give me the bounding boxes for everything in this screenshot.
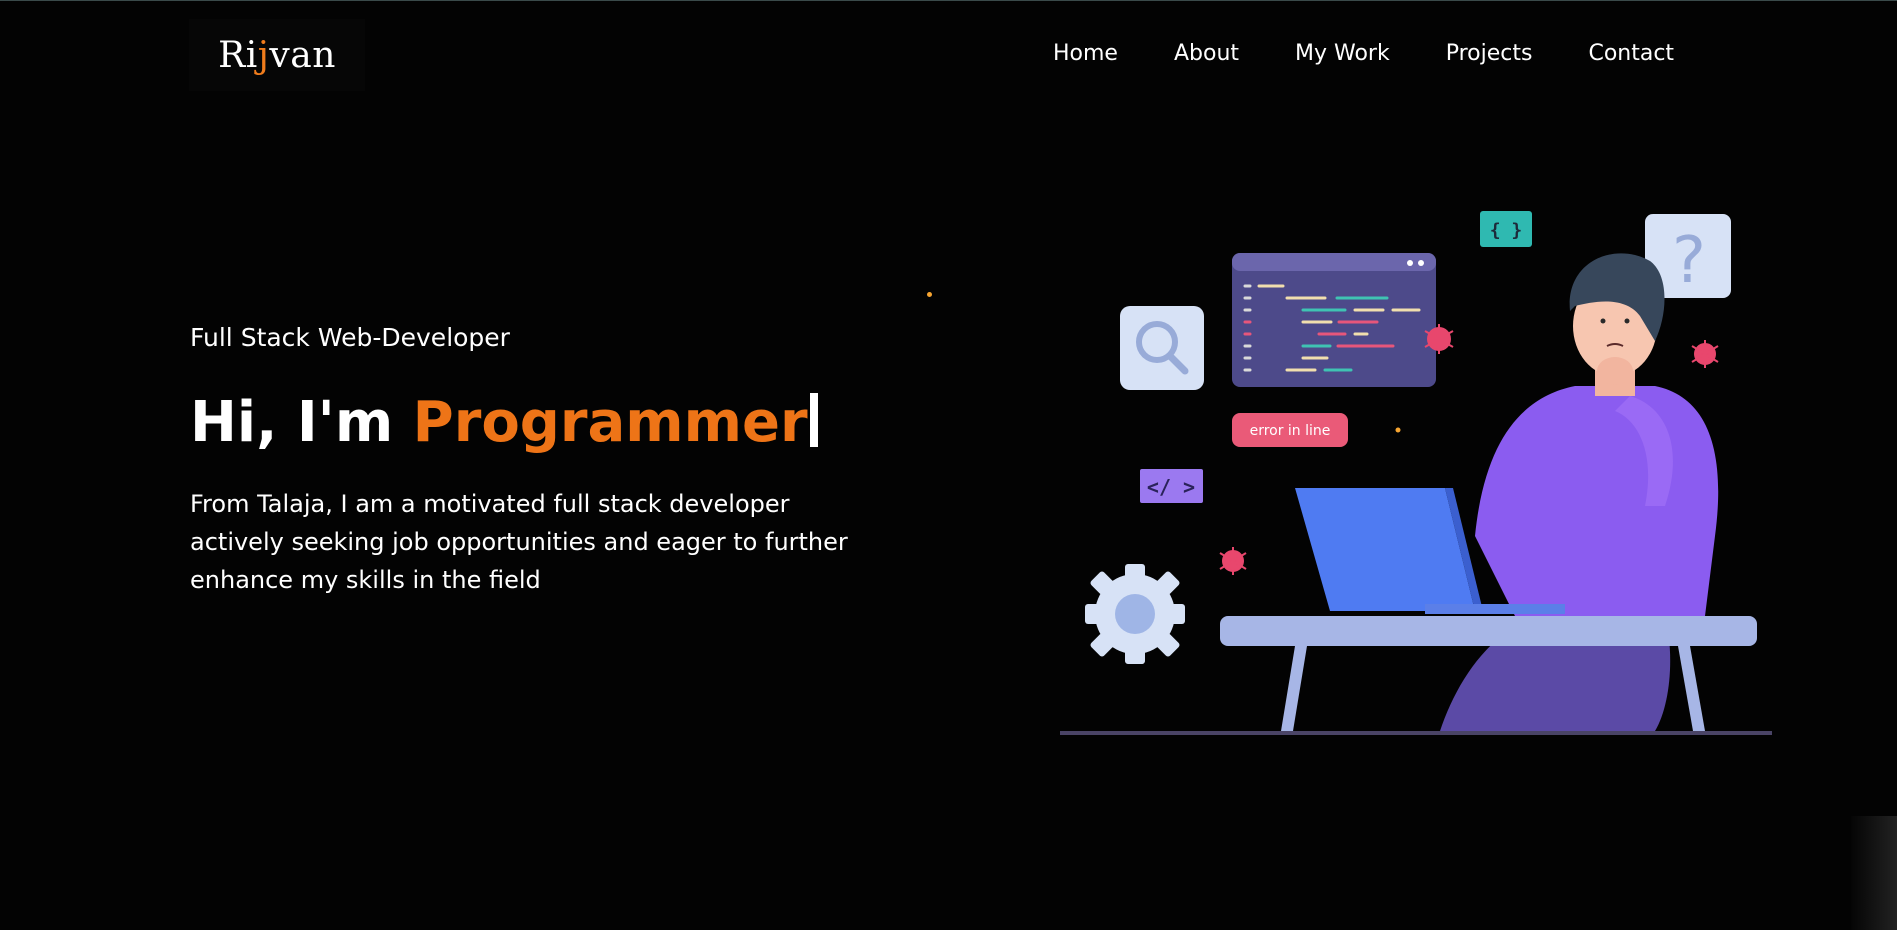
main-nav: Home About My Work Projects Contact bbox=[1053, 41, 1674, 66]
floor-line bbox=[1060, 731, 1772, 735]
nav-home[interactable]: Home bbox=[1053, 41, 1118, 66]
braces-tag-icon: { } bbox=[1480, 211, 1532, 247]
developer-illustration: { } ? error in line </ > bbox=[1060, 211, 1772, 735]
error-badge-icon: error in line bbox=[1232, 413, 1348, 447]
logo-suffix: van bbox=[269, 34, 336, 76]
spark-dot bbox=[1395, 427, 1401, 433]
search-icon bbox=[1120, 306, 1204, 390]
logo-prefix: Ri bbox=[218, 34, 258, 76]
spark-dot bbox=[927, 292, 932, 297]
nav-about[interactable]: About bbox=[1174, 41, 1239, 66]
error-badge-text: error in line bbox=[1250, 423, 1331, 439]
code-tag-text: </ > bbox=[1147, 475, 1195, 499]
hero-description: From Talaja, I am a motivated full stack… bbox=[190, 490, 848, 594]
bug-icon bbox=[1219, 547, 1247, 575]
nav-my-work[interactable]: My Work bbox=[1295, 41, 1390, 66]
person-illustration bbox=[1440, 253, 1719, 731]
braces-tag-text: { } bbox=[1490, 220, 1523, 241]
hero-headline: Hi, I'm Programmer bbox=[190, 389, 818, 456]
hero-greeting: Hi, I'm bbox=[190, 390, 413, 455]
logo-accent: j bbox=[257, 34, 270, 76]
site-logo[interactable]: Ri j van bbox=[189, 19, 365, 91]
code-window-icon bbox=[1232, 253, 1436, 387]
hero-subtitle: Full Stack Web-Developer bbox=[190, 323, 510, 352]
hero-role: Programmer bbox=[412, 390, 808, 455]
page: Ri j van Home About My Work Projects Conta… bbox=[0, 0, 1897, 930]
typing-cursor bbox=[809, 393, 818, 447]
nav-contact[interactable]: Contact bbox=[1588, 41, 1674, 66]
bug-icon bbox=[1691, 340, 1719, 368]
page-edge-shadow bbox=[1851, 816, 1897, 930]
question-mark: ? bbox=[1672, 224, 1706, 298]
code-tag-icon: </ > bbox=[1140, 469, 1203, 503]
gear-icon bbox=[1085, 564, 1185, 664]
nav-projects[interactable]: Projects bbox=[1446, 41, 1533, 66]
